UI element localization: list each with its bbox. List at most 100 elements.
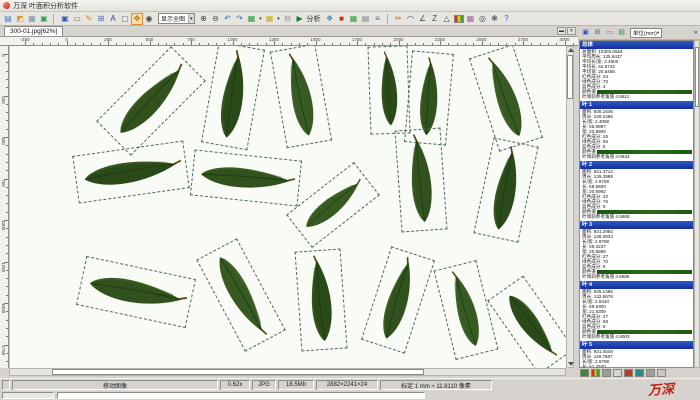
palette-icon[interactable] — [602, 369, 611, 377]
measure-row: 长: 51.4540 — [580, 364, 693, 368]
app-icon — [3, 2, 10, 9]
color-swatch-bar — [597, 330, 692, 334]
horizontal-scroll-thumb[interactable] — [52, 369, 424, 375]
chevron-down-icon[interactable]: ▾ — [188, 14, 194, 23]
arc-measure-icon[interactable]: ◠ — [405, 13, 417, 25]
select-region-icon[interactable]: ▢ — [119, 13, 131, 25]
horizontal-scrollbar[interactable] — [9, 368, 566, 376]
zoom-out-icon[interactable]: ⊖ — [210, 13, 222, 25]
mdi-close-button[interactable]: ✕ — [567, 27, 576, 35]
print-icon[interactable]: ▭ — [71, 13, 83, 25]
save-all-icon[interactable]: ▦ — [26, 13, 38, 25]
color-bands-icon[interactable] — [454, 15, 464, 23]
yellow-layer-icon[interactable]: ▦ — [264, 13, 276, 25]
bottom-strip — [0, 391, 700, 400]
undo-icon[interactable]: ↶ — [222, 13, 234, 25]
palette-icon[interactable] — [657, 369, 666, 377]
marker-icon[interactable]: ❖ — [324, 13, 336, 25]
panel-scrollbar[interactable] — [694, 40, 700, 368]
palette-icon[interactable] — [580, 369, 589, 377]
mdi-minimize-button[interactable]: ▬ — [557, 27, 566, 35]
horizontal-ruler: -250025050075010001250150017502000225025… — [0, 37, 578, 46]
section-header[interactable]: 叶 4 — [580, 281, 693, 289]
palette-icon[interactable] — [591, 369, 600, 377]
run-analyze-icon[interactable]: ▶ — [294, 13, 306, 25]
edit-pencil-icon[interactable]: ✎ — [83, 13, 95, 25]
result-section: 叶 4面积: 935.1486周长: 132.6876长/宽: 2.9440长:… — [580, 281, 693, 339]
new-file-icon[interactable]: ▤ — [2, 13, 14, 25]
text-tool-icon[interactable]: A — [107, 13, 119, 25]
leaf-shape — [403, 135, 439, 225]
palette-icon[interactable] — [635, 369, 644, 377]
result-section: 叶 5面积: 931.0548周长: 119.7567长/宽: 2.9788长:… — [580, 341, 693, 368]
app-window: 万深 叶面积分析软件 ▤◩▦▣▣▭✎⊞A▢✥◉显示全图▾⊕⊖↶↷▦▾▦▾⊟▶分析… — [0, 0, 700, 400]
scroll-up-arrow[interactable] — [568, 48, 574, 52]
dash-tool-icon[interactable]: ⊟ — [282, 13, 294, 25]
result-section: 叶 1面积: 935.1545周长: 139.2485长/宽: 2.4088长:… — [580, 101, 693, 159]
open-folder-icon[interactable]: ◩ — [14, 13, 26, 25]
chevron-down-icon[interactable]: ▾ — [657, 30, 659, 36]
copy-result-icon[interactable]: ⊞ — [592, 27, 603, 38]
results-panel: ▣⊞▭▤单位(mm) ▾ ✕ 总体总面积: 10303.0554平均周长: 125… — [578, 26, 700, 378]
help-icon[interactable]: ? — [501, 13, 513, 25]
grid-cells-icon[interactable]: ▦ — [348, 13, 360, 25]
draw-pencil-icon[interactable]: ✏ — [393, 13, 405, 25]
palette-icon[interactable] — [646, 369, 655, 377]
magnifier-icon[interactable]: ◉ — [143, 13, 155, 25]
copy-page-icon[interactable]: ⊞ — [95, 13, 107, 25]
polyline-measure-icon[interactable]: Ζ — [429, 13, 441, 25]
zoom-in-icon[interactable]: ⊕ — [198, 13, 210, 25]
table-icon[interactable]: ▤ — [360, 13, 372, 25]
report-list-icon[interactable]: ≡ — [372, 13, 384, 25]
panel-close-icon[interactable]: ✕ — [694, 30, 698, 36]
result-section: 叶 3面积: 931.2992周长: 138.3934长/宽: 2.9798长:… — [580, 221, 693, 279]
save-result-icon[interactable]: ▣ — [580, 27, 591, 38]
area-measure-icon[interactable]: △ — [441, 13, 453, 25]
image-canvas[interactable] — [9, 46, 566, 368]
settings-gear-icon[interactable]: ✱ — [489, 13, 501, 25]
target-circle-icon[interactable]: ◎ — [477, 13, 489, 25]
palette-icon[interactable]: ▦ — [465, 13, 477, 25]
section-header[interactable]: 总体 — [580, 41, 693, 49]
v-ruler-label: 500 — [1, 137, 6, 145]
unit-select[interactable]: 单位(mm) ▾ — [630, 28, 662, 38]
section-header[interactable]: 叶 1 — [580, 101, 693, 109]
angle-row: 叶倾斜参考角值 4.5865 — [580, 214, 693, 219]
window-title: 万深 叶面积分析软件 — [13, 1, 78, 11]
main-toolbar: ▤◩▦▣▣▭✎⊞A▢✥◉显示全图▾⊕⊖↶↷▦▾▦▾⊟▶分析❖■▦▤≡✏◠∠Ζ△▦… — [0, 12, 700, 26]
status-calibration: 标定 1 mm ≈ 11.8110 像素 — [380, 380, 492, 390]
status-bar: 移动图像0.62xJPG18.5Mb2882×2241×24标定 1 mm ≈ … — [0, 378, 700, 391]
vertical-ruler: 02505007501000125015001750 — [0, 46, 9, 368]
save-icon[interactable]: ▣ — [59, 13, 71, 25]
green-layer-icon[interactable]: ▦ — [246, 13, 258, 25]
palette-icon[interactable] — [613, 369, 622, 377]
status-mode: 移动图像 — [12, 380, 218, 390]
status-spacer — [2, 380, 10, 390]
pan-hand-icon[interactable]: ✥ — [131, 13, 143, 25]
section-header[interactable]: 叶 5 — [580, 341, 693, 349]
view-mode-select[interactable]: 显示全图▾ — [158, 13, 195, 24]
camera-capture-icon[interactable]: ▣ — [38, 13, 50, 25]
stop-icon[interactable]: ■ — [336, 13, 348, 25]
color-swatch-bar — [597, 150, 692, 154]
palette-icon[interactable] — [624, 369, 633, 377]
redo-icon[interactable]: ↷ — [234, 13, 246, 25]
color-swatch-bar — [597, 270, 692, 274]
analyze-label: 分析 — [307, 14, 321, 24]
result-section: 叶 2面积: 931.4712周长: 139.3988长/宽: 2.9758长:… — [580, 161, 693, 219]
results-list[interactable]: 总体总面积: 10303.0554平均周长: 125.6437平均长/宽: 2.… — [579, 40, 694, 368]
angle-measure-icon[interactable]: ∠ — [417, 13, 429, 25]
angle-row: 叶倾斜参考角值 4.5511 — [580, 94, 693, 99]
vertical-scroll-thumb[interactable] — [567, 55, 573, 99]
scroll-down-arrow[interactable] — [568, 362, 574, 366]
print-result-icon[interactable]: ▭ — [604, 27, 615, 38]
results-panel-toolbar: ▣⊞▭▤单位(mm) ▾ ✕ — [578, 26, 700, 40]
vertical-scrollbar[interactable] — [566, 46, 574, 368]
panel-scroll-thumb[interactable] — [695, 47, 699, 107]
document-tab[interactable]: 300-01.jpg[62%] — [4, 26, 63, 36]
section-header[interactable]: 叶 2 — [580, 161, 693, 169]
v-ruler-label: 750 — [1, 179, 6, 187]
section-header[interactable]: 叶 3 — [580, 221, 693, 229]
export-excel-icon[interactable]: ▤ — [616, 27, 627, 38]
vendor-logo: 万深 — [647, 378, 674, 399]
